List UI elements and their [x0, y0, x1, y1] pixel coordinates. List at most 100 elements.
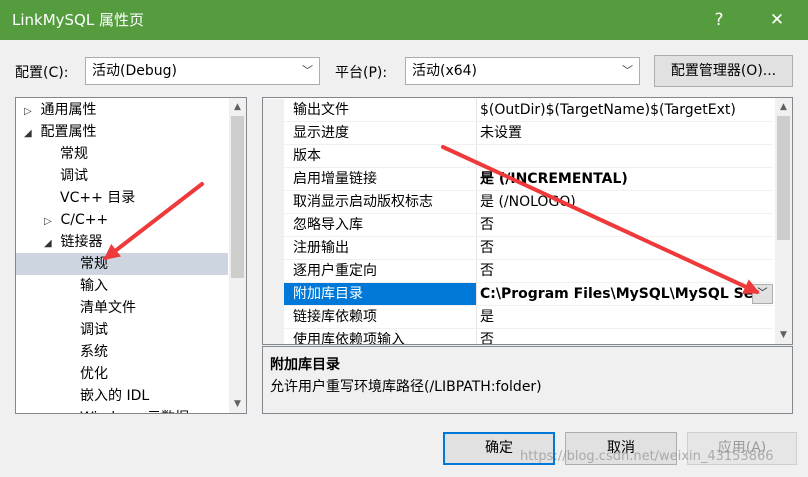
collapse-arrow-icon[interactable]: ◢ — [44, 233, 56, 255]
row-gutter — [263, 99, 284, 121]
help-icon[interactable]: ? — [696, 0, 742, 40]
scroll-up-icon[interactable]: ▲ — [229, 98, 246, 116]
property-value[interactable]: 否 — [476, 214, 773, 236]
platform-combo-value: 活动(x64) — [412, 63, 478, 79]
property-value[interactable]: 是 (/NOLOGO) — [476, 191, 773, 213]
watermark: https://blog.csdn.net/weixin_43153866 — [520, 449, 774, 464]
tree-item[interactable]: 系统 — [16, 341, 228, 363]
expand-arrow-icon[interactable]: ▷ — [24, 101, 36, 123]
tree-item[interactable]: 调试 — [16, 319, 228, 341]
chevron-down-icon: ﹀ — [622, 64, 633, 77]
property-value[interactable]: 否 — [476, 237, 773, 259]
config-manager-button[interactable]: 配置管理器(O)... — [654, 55, 793, 87]
property-name: 取消显示启动版权标志 — [293, 194, 433, 210]
property-grid: 输出文件 $(OutDir)$(TargetName)$(TargetExt) 显示… — [262, 97, 793, 345]
tree-item-label: 调试 — [60, 168, 88, 184]
property-row[interactable]: 忽略导入库 否 — [263, 214, 773, 237]
tree-item-label: 调试 — [80, 322, 108, 338]
config-combo-value: 活动(Debug) — [92, 63, 177, 79]
row-gutter — [263, 191, 284, 213]
tree-item-label: 链接器 — [60, 234, 103, 250]
property-row[interactable]: 注册输出 否 — [263, 237, 773, 260]
tree-item-label: C/C++ — [60, 212, 109, 228]
tree-scroll-thumb[interactable] — [231, 116, 244, 278]
row-gutter — [263, 145, 284, 167]
property-row[interactable]: 取消显示启动版权标志 是 (/NOLOGO) — [263, 191, 773, 214]
description-text: 允许用户重写环境库路径(/LIBPATH:folder) — [270, 379, 542, 395]
row-gutter — [263, 306, 284, 328]
property-name: 输出文件 — [293, 102, 349, 118]
dropdown-button[interactable]: ﹀ — [752, 284, 773, 304]
row-gutter — [263, 283, 284, 305]
tree-item-label: 配置属性 — [40, 124, 97, 140]
tree-item-label: 嵌入的 IDL — [80, 388, 150, 404]
tree-item[interactable]: ▷ C/C++ — [16, 209, 228, 231]
row-gutter — [263, 260, 284, 282]
property-name: 附加库目录 — [293, 286, 363, 302]
property-value[interactable]: $(OutDir)$(TargetName)$(TargetExt) — [476, 99, 773, 121]
window-title: LinkMySQL 属性页 — [12, 11, 144, 29]
property-value[interactable]: 是 — [476, 306, 773, 328]
description-panel: 附加库目录 允许用户重写环境库路径(/LIBPATH:folder) — [262, 346, 793, 414]
config-label: 配置(C): — [15, 65, 69, 81]
description-title: 附加库目录 — [270, 357, 340, 373]
property-row[interactable]: 使用库依赖项输入 否 — [263, 329, 773, 344]
property-tree: ▷ 通用属性 ◢ 配置属性 常规 调试 VC++ 目录 ▷ C/C++ ◢ 链接器 常规 输入清… — [15, 97, 247, 414]
grid-scrollbar[interactable]: ▲ ▼ — [775, 98, 792, 344]
property-name: 注册输出 — [293, 240, 349, 256]
tree-scrollbar[interactable]: ▲ ▼ — [229, 98, 246, 413]
property-value[interactable] — [476, 145, 773, 167]
tree-item[interactable]: 常规 — [16, 253, 228, 275]
property-value[interactable]: C:\Program Files\MySQL\MySQL Server — [476, 283, 773, 305]
row-gutter — [263, 168, 284, 190]
tree-item[interactable]: VC++ 目录 — [16, 187, 228, 209]
property-value[interactable]: 否 — [476, 260, 773, 282]
tree-item[interactable]: ◢ 配置属性 — [16, 121, 228, 143]
tree-item-label: 系统 — [80, 344, 108, 360]
tree-item[interactable]: ◢ 链接器 — [16, 231, 228, 253]
tree-item[interactable]: 优化 — [16, 363, 228, 385]
property-value[interactable]: 否 — [476, 329, 773, 344]
row-gutter — [263, 329, 284, 344]
config-combo[interactable]: 活动(Debug) ﹀ — [85, 57, 320, 85]
expand-arrow-icon[interactable]: ▷ — [44, 211, 56, 233]
property-row[interactable]: 附加库目录 C:\Program Files\MySQL\MySQL Server… — [263, 283, 773, 306]
tree-item[interactable]: 清单文件 — [16, 297, 228, 319]
tree-item-label: 常规 — [60, 146, 88, 162]
collapse-arrow-icon[interactable]: ◢ — [24, 123, 36, 145]
row-gutter — [263, 237, 284, 259]
tree-item-label: 输入 — [80, 278, 108, 294]
property-name: 忽略导入库 — [293, 217, 363, 233]
property-row[interactable]: 逐用户重定向 否 — [263, 260, 773, 283]
tree-item[interactable]: 常规 — [16, 143, 228, 165]
scroll-down-icon[interactable]: ▼ — [229, 395, 246, 413]
property-row[interactable]: 版本 — [263, 145, 773, 168]
property-row[interactable]: 链接库依赖项 是 — [263, 306, 773, 329]
property-row[interactable]: 启用增量链接 是 (/INCREMENTAL) — [263, 168, 773, 191]
tree-item-label: 清单文件 — [80, 300, 136, 316]
close-icon[interactable]: ✕ — [754, 0, 800, 40]
row-gutter — [263, 214, 284, 236]
tree-item[interactable]: 嵌入的 IDL — [16, 385, 228, 407]
tree-item[interactable]: 输入 — [16, 275, 228, 297]
property-row[interactable]: 输出文件 $(OutDir)$(TargetName)$(TargetExt) — [263, 99, 773, 122]
scroll-down-icon[interactable]: ▼ — [775, 326, 792, 344]
property-name: 逐用户重定向 — [293, 263, 377, 279]
scroll-up-icon[interactable]: ▲ — [775, 98, 792, 116]
tree-item[interactable]: 调试 — [16, 165, 228, 187]
row-gutter — [263, 122, 284, 144]
tree-item[interactable]: ▷ 通用属性 — [16, 99, 228, 121]
property-name: 显示进度 — [293, 125, 349, 141]
property-name: 版本 — [293, 148, 321, 164]
tree-item[interactable]: Windows 元数据 — [16, 407, 228, 413]
platform-combo[interactable]: 活动(x64) ﹀ — [405, 57, 640, 85]
property-value[interactable]: 是 (/INCREMENTAL) — [476, 168, 773, 190]
tree-item-label: VC++ 目录 — [60, 190, 136, 206]
tree-item-label: 常规 — [80, 256, 108, 272]
property-name: 启用增量链接 — [293, 171, 377, 187]
title-bar: LinkMySQL 属性页 ? ✕ — [0, 0, 808, 40]
property-value[interactable]: 未设置 — [476, 122, 773, 144]
property-name: 链接库依赖项 — [293, 309, 377, 325]
grid-scroll-thumb[interactable] — [777, 116, 790, 240]
property-row[interactable]: 显示进度 未设置 — [263, 122, 773, 145]
